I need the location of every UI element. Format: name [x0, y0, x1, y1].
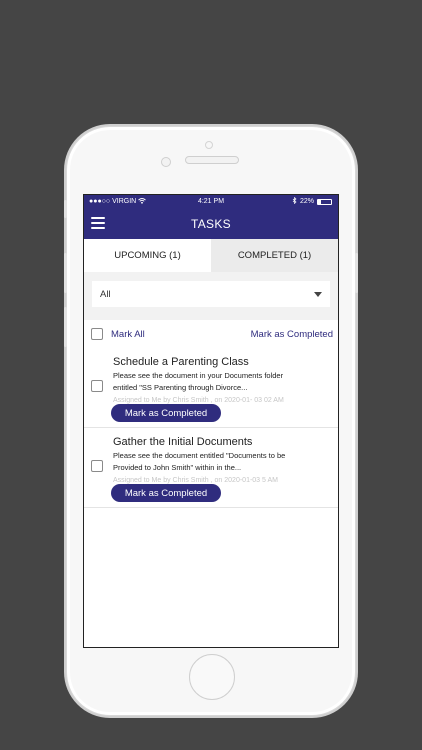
bulk-action-bar: Mark All Mark as Completed — [84, 320, 338, 348]
volume-down-button — [64, 307, 67, 347]
mark-completed-button[interactable]: Mark as Completed — [111, 484, 221, 502]
home-button[interactable] — [189, 654, 235, 700]
bluetooth-icon — [292, 196, 297, 206]
task-description: Please see the document in your Document… — [113, 371, 284, 392]
page-title: TASKS — [191, 216, 231, 231]
task-description: Please see the document entitled "Docume… — [113, 451, 286, 472]
task-item: Schedule a Parenting Class Please see th… — [84, 348, 338, 428]
chevron-down-icon — [314, 291, 322, 297]
tab-completed[interactable]: COMPLETED (1) — [211, 239, 338, 272]
status-bar: ●●●○○ VIRGIN 4:21 PM 22% — [84, 195, 338, 208]
battery-icon — [317, 198, 332, 205]
earpiece-speaker — [185, 156, 239, 164]
nav-bar: TASKS — [84, 208, 338, 239]
task-meta: Assigned to Me by Chris Smith , on 2020-… — [113, 477, 278, 484]
task-title: Schedule a Parenting Class — [113, 356, 249, 368]
filter-area: All — [84, 272, 338, 320]
filter-value: All — [100, 288, 111, 300]
volume-up-button — [64, 253, 67, 293]
tab-upcoming[interactable]: UPCOMING (1) — [84, 239, 211, 272]
tab-bar: UPCOMING (1) COMPLETED (1) — [84, 239, 338, 272]
task-title: Gather the Initial Documents — [113, 436, 253, 448]
mute-switch — [64, 200, 67, 218]
task-item: Gather the Initial Documents Please see … — [84, 428, 338, 508]
task-checkbox[interactable] — [91, 460, 103, 472]
mark-all-label[interactable]: Mark All — [111, 329, 145, 340]
app-screen: ●●●○○ VIRGIN 4:21 PM 22% TASKS UPCOMING … — [83, 194, 339, 648]
mark-completed-button[interactable]: Mark as Completed — [111, 404, 221, 422]
menu-icon[interactable] — [91, 217, 105, 229]
power-button — [355, 253, 358, 293]
proximity-sensor — [205, 141, 213, 149]
battery-area: 22% — [292, 196, 332, 206]
front-camera — [161, 157, 171, 167]
task-checkbox[interactable] — [91, 380, 103, 392]
battery-percent: 22% — [299, 198, 314, 205]
bulk-mark-completed-link[interactable]: Mark as Completed — [251, 329, 333, 340]
mark-all-checkbox[interactable] — [91, 328, 103, 340]
filter-select[interactable]: All — [92, 281, 330, 307]
task-meta: Assigned to Me by Chris Smith , on 2020-… — [113, 397, 284, 404]
